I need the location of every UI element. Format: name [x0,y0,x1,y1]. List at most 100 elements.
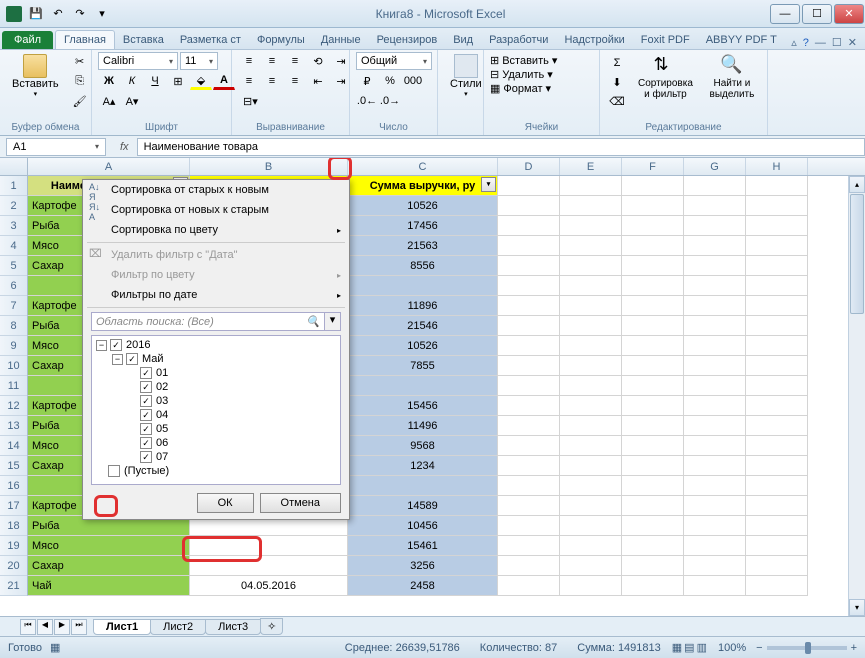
filter-search-input[interactable]: Область поиска: (Все) 🔍 [91,312,325,331]
zoom-in-icon[interactable]: + [851,642,857,654]
cell[interactable] [560,216,622,236]
italic-icon[interactable]: К [121,72,143,90]
cell[interactable]: 04.05.2016 [190,576,348,596]
inner-close-icon[interactable]: ✕ [848,36,857,49]
cell[interactable] [684,316,746,336]
row-header[interactable]: 18 [0,516,28,536]
cell[interactable] [498,196,560,216]
cell[interactable] [498,336,560,356]
cell[interactable] [498,556,560,576]
row-header[interactable]: 12 [0,396,28,416]
header-cell-c[interactable]: Сумма выручки, ру▾ [348,176,498,196]
fx-icon[interactable]: fx [112,141,137,153]
cell[interactable] [746,416,808,436]
cell[interactable] [746,516,808,536]
cell[interactable] [622,196,684,216]
cell[interactable] [746,196,808,216]
cell[interactable] [684,256,746,276]
checkbox-year[interactable]: ✓ [110,339,122,351]
cell[interactable] [746,396,808,416]
sheet-tab-2[interactable]: Лист2 [150,619,206,635]
cell[interactable] [684,236,746,256]
col-header-b[interactable]: B [190,158,348,175]
cell[interactable]: 11896 [348,296,498,316]
cell[interactable] [622,376,684,396]
checkbox-month[interactable]: ✓ [126,353,138,365]
tree-collapse-icon[interactable]: − [96,340,107,351]
cell[interactable] [560,176,622,196]
cell[interactable] [746,576,808,596]
cell[interactable] [622,276,684,296]
cell[interactable]: 15461 [348,536,498,556]
cell[interactable] [746,356,808,376]
cell[interactable] [190,536,348,556]
border-icon[interactable]: ⊞ [167,72,189,90]
row-header[interactable]: 5 [0,256,28,276]
sheet-nav-prev[interactable]: ◀ [37,619,53,635]
shrink-font-icon[interactable]: A▾ [121,92,143,110]
format-cells-button[interactable]: ▦Формат ▾ [490,82,551,95]
cell[interactable] [498,456,560,476]
excel-icon[interactable] [4,4,24,24]
orientation-icon[interactable]: ⟲ [307,52,329,70]
row-header[interactable]: 1 [0,176,28,196]
cell[interactable] [622,296,684,316]
align-top-icon[interactable]: ≡ [238,52,260,70]
cell[interactable] [746,496,808,516]
maximize-button[interactable]: ☐ [802,4,832,24]
tab-addins[interactable]: Надстройки [556,31,632,49]
cell[interactable]: Мясо [28,536,190,556]
delete-cells-button[interactable]: ⊟Удалить ▾ [490,68,553,81]
align-mid-icon[interactable]: ≡ [261,52,283,70]
tab-abbyy[interactable]: ABBYY PDF T [698,31,785,49]
cell[interactable]: Чай [28,576,190,596]
cell[interactable] [560,456,622,476]
cell[interactable]: 7855 [348,356,498,376]
cell[interactable] [498,216,560,236]
cell[interactable] [622,236,684,256]
cell[interactable] [684,376,746,396]
scroll-up-icon[interactable]: ▴ [849,176,865,193]
tab-view[interactable]: Вид [445,31,481,49]
cell[interactable] [498,436,560,456]
cell[interactable] [684,476,746,496]
cell[interactable] [622,416,684,436]
cell[interactable]: 21546 [348,316,498,336]
date-filters[interactable]: Фильтры по дате▸ [83,285,349,305]
cell[interactable]: 15456 [348,396,498,416]
indent-inc-icon[interactable]: ⇥ [330,72,352,90]
cell[interactable] [560,356,622,376]
view-layout-icon[interactable]: ▤ [684,641,694,654]
tree-year-label[interactable]: 2016 [126,339,150,351]
file-tab[interactable]: Файл [2,31,53,49]
row-header[interactable]: 3 [0,216,28,236]
cell[interactable] [684,336,746,356]
row-header[interactable]: 19 [0,536,28,556]
cell[interactable] [560,276,622,296]
cell[interactable] [498,376,560,396]
cell[interactable] [348,476,498,496]
cell[interactable] [622,356,684,376]
sheet-tab-3[interactable]: Лист3 [205,619,261,635]
inner-min-icon[interactable]: — [815,37,826,49]
filter-button-c[interactable]: ▾ [481,177,496,192]
cell[interactable]: 2458 [348,576,498,596]
copy-icon[interactable]: ⎘ [69,72,91,90]
cell[interactable] [684,516,746,536]
view-break-icon[interactable]: ▥ [697,641,707,654]
macro-record-icon[interactable]: ▦ [50,641,60,654]
cell[interactable] [560,536,622,556]
cell[interactable]: 14589 [348,496,498,516]
sort-oldest-newest[interactable]: A↓Я Сортировка от старых к новым [83,180,349,200]
col-header-e[interactable]: E [560,158,622,175]
filter-tree[interactable]: − ✓ 2016 − ✓ Май ✓01✓02✓03✓04✓05✓06✓07 (… [91,335,341,485]
ribbon-minimize-icon[interactable]: ▵ [791,36,797,49]
inner-restore-icon[interactable]: ☐ [832,36,842,49]
tab-foxit[interactable]: Foxit PDF [633,31,698,49]
cell[interactable] [622,436,684,456]
cell[interactable] [560,196,622,216]
insert-cells-button[interactable]: ⊞Вставить ▾ [490,54,557,67]
view-normal-icon[interactable]: ▦ [672,641,682,654]
cell[interactable] [622,456,684,476]
cell[interactable] [622,536,684,556]
